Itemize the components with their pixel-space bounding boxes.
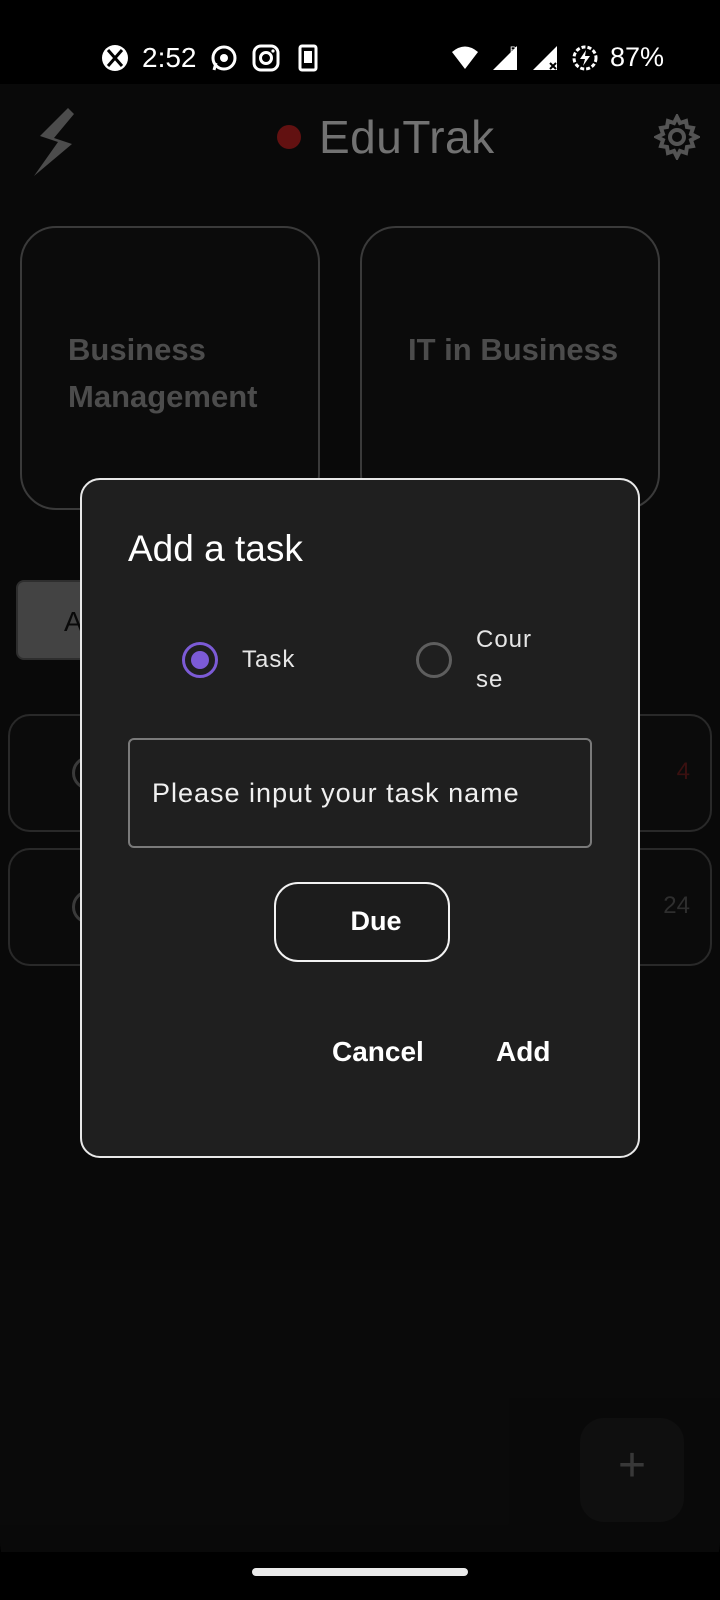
kindle-icon (298, 44, 317, 72)
task-name-placeholder: Please input your task name (152, 778, 520, 808)
battery-saver-icon (572, 45, 598, 70)
status-dot (277, 125, 301, 149)
task-due-date: 4 (676, 758, 690, 785)
dialog-title: Add a task (128, 528, 303, 569)
whatsapp-icon (211, 45, 236, 71)
signal-roaming-icon: R (492, 45, 517, 70)
clock: 2:52 (142, 42, 197, 73)
gear-icon[interactable] (654, 114, 700, 160)
due-label: Due (350, 906, 402, 936)
course-name: IT in Business (408, 332, 619, 367)
app-header: EduTrak (277, 110, 495, 164)
radio-label-task: Task (242, 646, 296, 673)
add-task-dialog: Add a task Task Cour se Please input you… (80, 478, 640, 1158)
phone-screen: 2:52 R 87% EduTrak Business Management I… (0, 0, 720, 1600)
due-date-button[interactable]: Due (274, 882, 450, 962)
radio-button-selected[interactable] (182, 642, 218, 678)
wifi-icon (451, 46, 478, 69)
status-bar: 2:52 R 87% (0, 0, 720, 84)
plus-icon: + (617, 1439, 647, 1492)
status-left: 2:52 (100, 42, 323, 74)
course-name: Business Management (68, 332, 258, 414)
dialog-actions: Cancel Add (82, 1020, 638, 1080)
app-logo-icon (34, 108, 74, 176)
course-card[interactable]: IT in Business (360, 226, 660, 510)
task-due-date: 24 (663, 892, 690, 919)
status-right: R 87% (450, 42, 664, 73)
course-card[interactable]: Business Management (20, 226, 320, 510)
app-title: EduTrak (319, 111, 495, 163)
task-type-radio-group: Task Cour se (82, 620, 638, 710)
navigation-bar (0, 1552, 720, 1600)
battery-percent: 87% (609, 42, 664, 72)
radio-option-task[interactable]: Task (182, 642, 295, 678)
add-task-fab[interactable]: + (580, 1418, 684, 1522)
xbox-icon (102, 45, 128, 71)
home-gesture-handle[interactable] (252, 1568, 468, 1576)
cancel-button[interactable]: Cancel (332, 1036, 424, 1068)
signal-icon (532, 45, 557, 70)
instagram-icon (252, 44, 279, 72)
radio-label-course: Cour se (476, 626, 533, 693)
svg-text:R: R (510, 45, 517, 55)
add-button[interactable]: Add (496, 1036, 550, 1068)
radio-button-unselected[interactable] (416, 642, 452, 678)
task-name-input[interactable]: Please input your task name (128, 738, 592, 848)
radio-option-course[interactable]: Cour se (416, 620, 542, 700)
